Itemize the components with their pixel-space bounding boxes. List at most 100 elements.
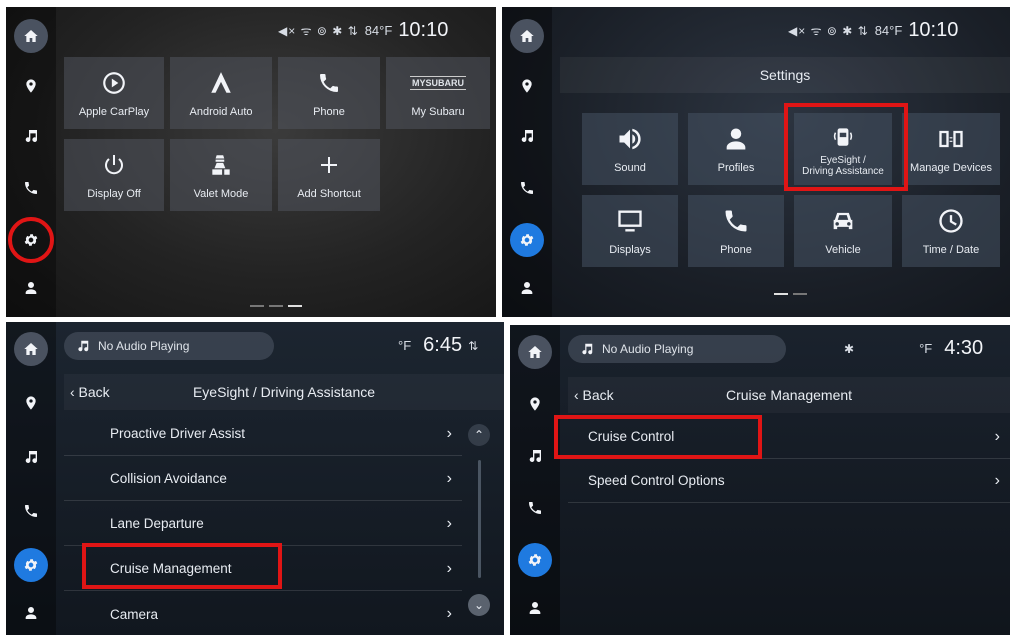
navigation-button[interactable] xyxy=(510,69,544,103)
settings-button-active[interactable] xyxy=(518,543,552,577)
status-bar: ◀× ᯤ ⊚ ✱ ⇅ 84°F 10:10 xyxy=(788,19,958,42)
subheader: ‹ Back EyeSight / Driving Assistance xyxy=(64,374,504,410)
home-screen-panel: ◀× ᯤ ⊚ ✱ ⇅ 84°F 10:10 Apple CarPlay Andr… xyxy=(6,7,496,317)
user-icon xyxy=(23,280,39,296)
home-button[interactable] xyxy=(14,332,48,366)
profile-icon xyxy=(722,125,750,153)
status-icons: ◀× ᯤ ⊚ ✱ ⇅ xyxy=(788,24,869,38)
chevron-up-icon: ⌃ xyxy=(473,428,485,442)
carplay-icon xyxy=(101,70,127,96)
phone-rail-button[interactable] xyxy=(518,491,552,525)
highlight-box-cruise-control xyxy=(554,415,762,459)
tile-valet-mode[interactable]: Valet Mode xyxy=(170,139,272,211)
clock: 10:10 xyxy=(908,19,959,41)
map-pin-icon xyxy=(23,395,39,411)
gear-icon xyxy=(527,552,543,568)
scrollbar[interactable] xyxy=(478,460,481,578)
side-rail xyxy=(6,7,56,317)
tile-vehicle[interactable]: Vehicle xyxy=(794,195,892,267)
home-button[interactable] xyxy=(14,19,48,53)
phone-icon xyxy=(317,71,341,95)
now-playing-pill[interactable]: No Audio Playing xyxy=(568,335,786,363)
phone-icon xyxy=(23,180,39,196)
phone-icon xyxy=(722,207,750,235)
android-auto-icon xyxy=(208,70,234,96)
tile-sound[interactable]: Sound xyxy=(582,113,678,185)
row-lane-departure[interactable]: Lane Departure › xyxy=(64,502,462,546)
highlight-box-eyesight xyxy=(784,103,908,191)
chevron-right-icon: › xyxy=(446,424,452,442)
tile-time-date[interactable]: Time / Date xyxy=(902,195,1000,267)
settings-button-active[interactable] xyxy=(14,548,48,582)
now-playing-pill[interactable]: No Audio Playing xyxy=(64,332,274,360)
tile-add-shortcut[interactable]: Add Shortcut xyxy=(278,139,380,211)
map-pin-icon xyxy=(23,78,39,94)
eyesight-panel: No Audio Playing °F 6:45 ⇅ ‹ Back EyeSig… xyxy=(6,322,504,635)
tile-phone[interactable]: Phone xyxy=(278,57,380,129)
tile-display-off[interactable]: Display Off xyxy=(64,139,164,211)
profile-button[interactable] xyxy=(510,271,544,305)
chevron-right-icon: › xyxy=(446,605,452,622)
map-pin-icon xyxy=(519,78,535,94)
music-button[interactable] xyxy=(14,119,48,153)
music-button[interactable] xyxy=(510,119,544,153)
music-button[interactable] xyxy=(14,440,48,474)
tile-my-subaru[interactable]: MYSUBARU My Subaru xyxy=(386,57,490,129)
clock: 10:10 xyxy=(398,19,449,41)
scroll-up-button[interactable]: ⌃ xyxy=(468,424,490,446)
temperature-unit: °F xyxy=(919,341,933,356)
settings-panel: ◀× ᯤ ⊚ ✱ ⇅ 84°F 10:10 Settings Sound Pro… xyxy=(502,7,1010,317)
navigation-button[interactable] xyxy=(518,387,552,421)
mysubaru-logo: MYSUBARU xyxy=(409,76,466,90)
navigation-button[interactable] xyxy=(14,386,48,420)
music-note-icon xyxy=(76,339,90,353)
tile-profiles[interactable]: Profiles xyxy=(688,113,784,185)
scroll-down-button[interactable]: ⌄ xyxy=(468,594,490,616)
home-icon xyxy=(23,341,39,357)
user-icon xyxy=(527,600,543,616)
home-icon xyxy=(527,344,543,360)
speaker-icon xyxy=(616,125,644,153)
chevron-right-icon: › xyxy=(446,469,452,487)
back-button[interactable]: ‹ Back xyxy=(574,387,614,403)
profile-button[interactable] xyxy=(14,596,48,630)
settings-button-active[interactable] xyxy=(510,223,544,257)
chevron-right-icon: › xyxy=(446,559,452,577)
navigation-button[interactable] xyxy=(14,69,48,103)
row-collision-avoidance[interactable]: Collision Avoidance › xyxy=(64,457,462,501)
page-indicator xyxy=(774,293,807,295)
tile-phone-settings[interactable]: Phone xyxy=(688,195,784,267)
side-rail xyxy=(6,322,56,635)
home-button[interactable] xyxy=(510,19,544,53)
tile-apple-carplay[interactable]: Apple CarPlay xyxy=(64,57,164,129)
music-button[interactable] xyxy=(518,439,552,473)
phone-rail-button[interactable] xyxy=(14,171,48,205)
music-note-icon xyxy=(519,128,535,144)
phone-icon xyxy=(519,180,535,196)
page-indicator xyxy=(250,305,302,307)
tile-manage-devices[interactable]: Manage Devices xyxy=(902,113,1000,185)
phone-rail-button[interactable] xyxy=(510,171,544,205)
music-note-icon xyxy=(23,449,39,465)
status-icons: ◀× ᯤ ⊚ ✱ ⇅ xyxy=(278,24,359,38)
cruise-management-panel: No Audio Playing ✱ °F 4:30 ‹ Back Cruise… xyxy=(510,325,1010,635)
phone-icon xyxy=(23,503,39,519)
profile-button[interactable] xyxy=(518,591,552,625)
row-camera[interactable]: Camera › xyxy=(64,592,462,635)
music-note-icon xyxy=(23,128,39,144)
phone-rail-button[interactable] xyxy=(14,494,48,528)
temperature: 84°F xyxy=(364,23,393,38)
side-rail xyxy=(502,7,552,317)
row-proactive-driver-assist[interactable]: Proactive Driver Assist › xyxy=(64,412,462,456)
row-speed-control-options[interactable]: Speed Control Options › xyxy=(568,459,1010,503)
clock-icon xyxy=(937,207,965,235)
clock: 6:45 xyxy=(423,334,463,356)
valet-icon xyxy=(208,152,234,178)
tile-android-auto[interactable]: Android Auto xyxy=(170,57,272,129)
tile-displays[interactable]: Displays xyxy=(582,195,678,267)
page-title: Cruise Management xyxy=(725,387,853,403)
home-button[interactable] xyxy=(518,335,552,369)
back-button[interactable]: ‹ Back xyxy=(70,384,110,400)
profile-button[interactable] xyxy=(14,271,48,305)
display-icon xyxy=(616,207,644,235)
